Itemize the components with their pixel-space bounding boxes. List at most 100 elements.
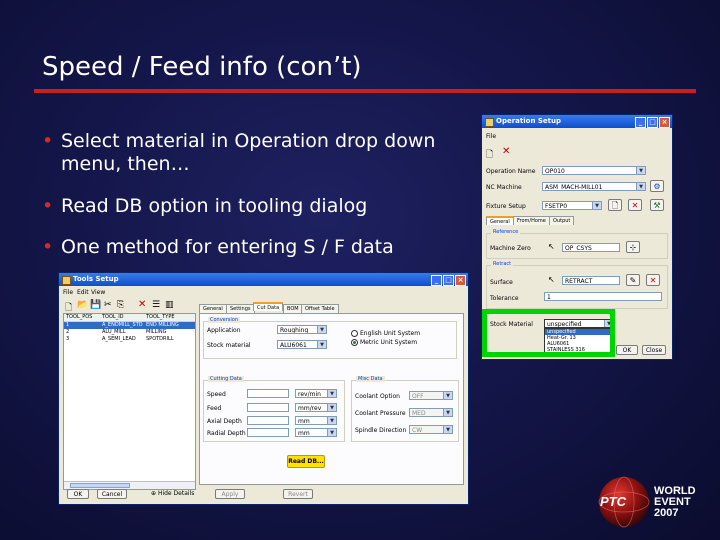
csys-icon[interactable]: ⊹ [626, 241, 640, 253]
tool-table: TOOL_POS TOOL_ID TOOL_TYPE 1 A_ENDMILL_S… [63, 313, 196, 490]
speed-field[interactable] [247, 389, 289, 398]
cut-icon[interactable]: ✂ [104, 300, 112, 310]
english-unit-radio[interactable]: English Unit System [351, 330, 420, 337]
tab-offset-table[interactable]: Offset Table [301, 304, 339, 313]
horizontal-scrollbar[interactable] [64, 481, 195, 489]
nc-machine-field[interactable]: ASM_MACH-MILL01 ▼ [542, 182, 646, 191]
copy-icon[interactable]: ⎘ [117, 300, 124, 310]
read-db-button[interactable]: Read DB... [287, 455, 325, 468]
surface-delete-icon[interactable]: ✕ [646, 274, 660, 286]
feed-field[interactable] [247, 403, 289, 412]
select-arrow-icon[interactable]: ↖ [548, 242, 555, 251]
table-cell: END MILLING [146, 322, 179, 328]
window-icon [62, 276, 71, 285]
radial-depth-field[interactable] [247, 428, 289, 437]
chevron-down-icon: ▼ [636, 167, 645, 174]
table-row[interactable]: 2 ALU_MILL MILLING [64, 329, 195, 336]
file-menu[interactable]: File [486, 133, 496, 140]
tab-general[interactable]: General [199, 304, 227, 313]
minimize-button[interactable]: _ [635, 117, 646, 128]
axial-depth-field[interactable] [247, 416, 289, 425]
slide-title: Speed / Feed info (con’t) [42, 52, 362, 82]
machine-zero-field[interactable]: OP_CSYS [562, 243, 620, 252]
new-icon[interactable]: 🗋 [486, 147, 493, 163]
nc-machine-label: NC Machine [486, 184, 522, 191]
tab-output[interactable]: Output [549, 216, 575, 225]
fixture-new-icon[interactable]: 🗋 [608, 199, 622, 211]
apply-button[interactable]: Apply [215, 489, 245, 499]
table-row[interactable]: 3 A_SEMI_LEAD SPOTDRILL [64, 336, 195, 343]
table-header-cell[interactable]: TOOL_POS [64, 314, 102, 321]
bullet-icon: • [42, 236, 54, 259]
tab-from-home[interactable]: From/Home [513, 216, 550, 225]
metric-unit-radio[interactable]: Metric Unit System [351, 339, 417, 346]
select-arrow-icon[interactable]: ↖ [548, 275, 555, 284]
conversion-group: Conversion [203, 317, 457, 359]
maximize-button[interactable]: □ [443, 275, 454, 286]
window-title: Tools Setup [73, 275, 119, 283]
application-label: Application [207, 327, 241, 334]
list-view-icon[interactable]: ☰ [152, 300, 160, 310]
surface-edit-icon[interactable]: ✎ [626, 274, 640, 286]
feed-unit-dropdown[interactable]: mm/rev ▼ [295, 403, 337, 412]
cancel-button[interactable]: Cancel [97, 489, 127, 499]
application-dropdown[interactable]: Roughing ▼ [277, 325, 327, 334]
radial-unit-dropdown[interactable]: mm ▼ [295, 428, 337, 437]
tab-settings[interactable]: Settings [226, 304, 255, 313]
table-cell: MILLING [146, 329, 167, 335]
tab-bom[interactable]: BOM [283, 304, 303, 313]
delete-icon[interactable]: ✕ [502, 146, 510, 157]
bullet-text: One method for entering S / F data [61, 236, 394, 259]
chevron-down-icon: ▼ [317, 326, 326, 333]
spindle-direction-dropdown[interactable]: CW ▼ [409, 425, 453, 434]
table-header-cell[interactable]: TOOL_TYPE [146, 314, 194, 321]
revert-button[interactable]: Revert [283, 489, 313, 499]
tab-cut-data[interactable]: Cut Data [253, 302, 284, 311]
table-row[interactable]: 1 A_ENDMILL_STD END MILLING [64, 322, 195, 329]
close-button[interactable]: × [659, 117, 670, 128]
tools-setup-window: Tools Setup _ □ × File Edit View 🗋 📂 💾 ✂… [58, 272, 469, 505]
edit-menu[interactable]: Edit [77, 289, 89, 296]
coolant-option-dropdown[interactable]: OFF ▼ [409, 391, 453, 400]
operation-name-field[interactable]: OP010 ▼ [542, 166, 646, 175]
tolerance-field[interactable]: 1 [544, 292, 662, 301]
minimize-button[interactable]: _ [431, 275, 442, 286]
highlight-box [482, 309, 615, 357]
surface-field[interactable]: RETRACT [562, 276, 620, 285]
table-header-cell[interactable]: TOOL_ID [102, 314, 146, 321]
maximize-button[interactable]: □ [647, 117, 658, 128]
fixture-setup-field[interactable]: FSETP0 ▼ [542, 201, 602, 210]
axial-unit-dropdown[interactable]: mm ▼ [295, 416, 337, 425]
chevron-down-icon: ▼ [443, 426, 452, 433]
stock-material-dropdown[interactable]: ALU6061 ▼ [277, 340, 327, 349]
tools-setup-titlebar[interactable]: Tools Setup _ □ × [59, 273, 468, 286]
stock-material-label: Stock material [207, 342, 251, 349]
close-dialog-button[interactable]: Close [642, 345, 666, 355]
spindle-direction-label: Spindle Direction [355, 427, 407, 434]
view-menu[interactable]: View [91, 289, 105, 296]
speed-unit-dropdown[interactable]: rev/min ▼ [295, 389, 337, 398]
close-button[interactable]: × [455, 275, 466, 286]
columns-icon[interactable]: ▥ [165, 300, 174, 310]
fixture-delete-icon[interactable]: ✕ [628, 199, 642, 211]
delete-icon[interactable]: ✕ [138, 299, 146, 310]
fixture-setup-label: Fixture Setup [486, 203, 526, 210]
coolant-pressure-dropdown[interactable]: MED ▼ [409, 408, 453, 417]
ok-button[interactable]: OK [67, 489, 89, 499]
fixture-tool-icon[interactable]: ⚒ [650, 199, 664, 211]
radio-selected-icon [351, 339, 358, 346]
table-cell: 3 [66, 336, 70, 342]
file-menu[interactable]: File [63, 289, 73, 296]
save-icon[interactable]: 💾 [90, 300, 101, 310]
tab-general[interactable]: General [486, 216, 514, 225]
operation-setup-titlebar[interactable]: Operation Setup _ □ × [482, 115, 672, 128]
operation-name-label: Operation Name [486, 168, 536, 175]
reference-group-title: Reference [491, 229, 521, 235]
hide-details-toggle[interactable]: ⊕ Hide Details [151, 490, 194, 497]
ok-button[interactable]: OK [616, 345, 638, 355]
open-icon[interactable]: 📂 [77, 300, 88, 310]
coolant-option-label: Coolant Option [355, 393, 400, 400]
machine-icon[interactable]: ⚙ [650, 180, 664, 192]
scrollbar-thumb[interactable] [70, 483, 130, 488]
logo-event-year: 2007 [654, 507, 679, 519]
